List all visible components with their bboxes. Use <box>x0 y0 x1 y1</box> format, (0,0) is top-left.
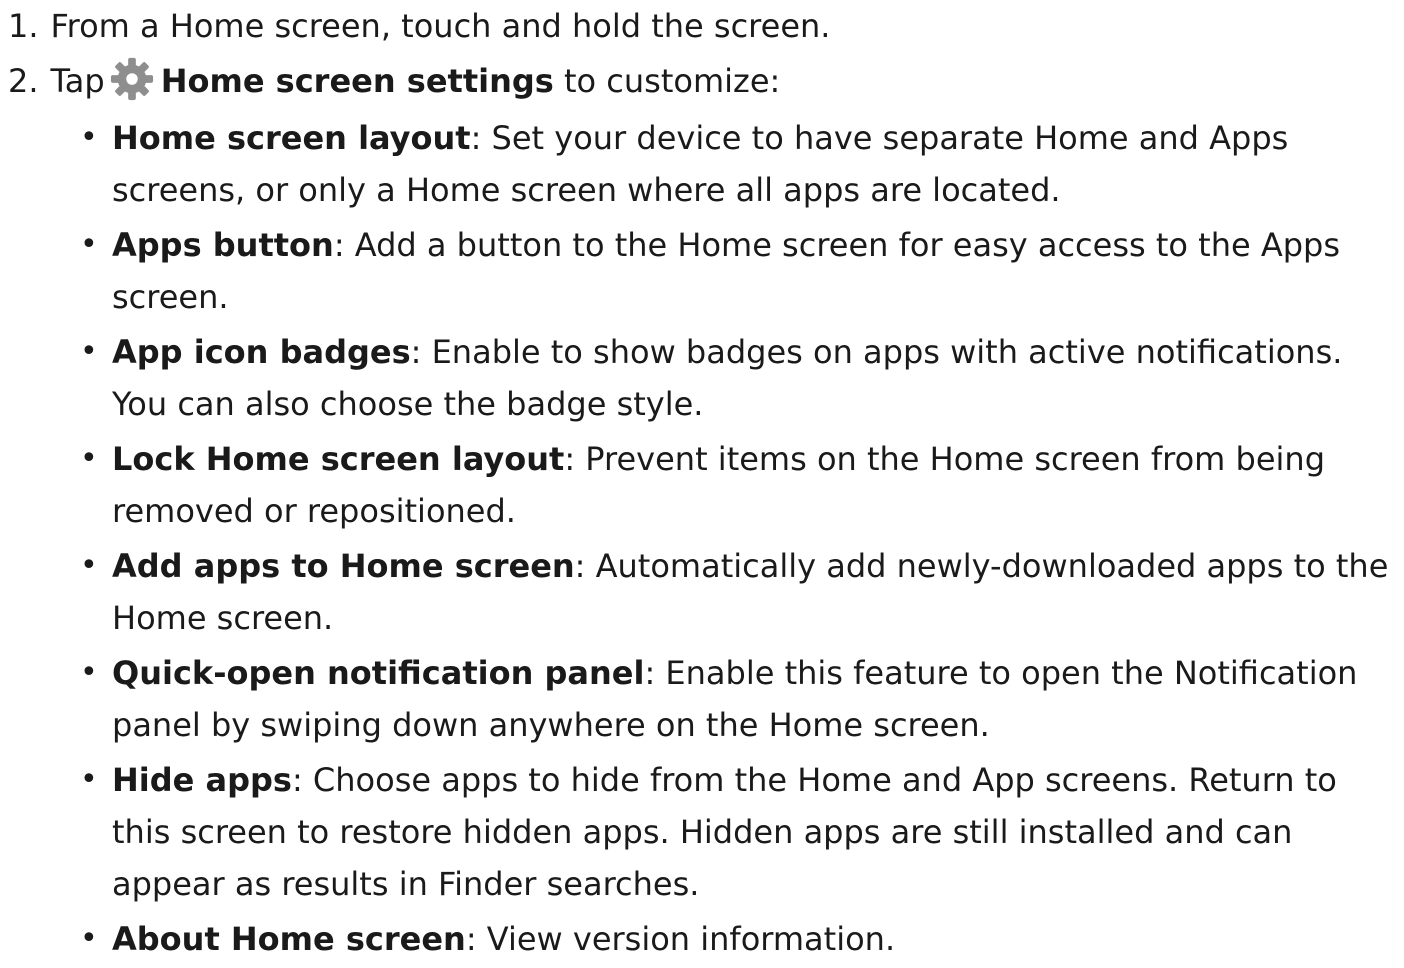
bullet-icon: • <box>80 921 98 956</box>
step-number: 1. <box>8 7 39 45</box>
bullet-icon: • <box>80 441 98 476</box>
setting-term: Home screen layout <box>112 119 471 157</box>
bullet-icon: • <box>80 227 98 262</box>
step-prefix: Tap <box>50 62 105 100</box>
instruction-page: 1. From a Home screen, touch and hold the… <box>0 0 1404 958</box>
step-number: 2. <box>8 62 39 100</box>
step-suffix: to customize: <box>564 62 781 100</box>
list-item: • About Home screen: View version informa… <box>80 913 1398 965</box>
setting-term: App icon badges <box>112 333 411 371</box>
step-text: From a Home screen, touch and hold the s… <box>50 7 831 45</box>
step-1: 1. From a Home screen, touch and hold the… <box>8 0 830 52</box>
gear-icon <box>110 57 153 101</box>
list-item: • Home screen layout: Set your device to … <box>80 112 1398 216</box>
bullet-icon: • <box>80 548 98 583</box>
home-screen-settings-link[interactable]: Home screen settings <box>161 62 554 100</box>
setting-description: View version information. <box>486 920 896 958</box>
list-item: • App icon badges: Enable to show badges … <box>80 326 1398 430</box>
bullet-icon: • <box>80 120 98 155</box>
bullet-icon: • <box>80 762 98 797</box>
list-item: • Lock Home screen layout: Prevent items … <box>80 433 1398 537</box>
setting-term: About Home screen <box>112 920 466 958</box>
setting-term: Add apps to Home screen <box>112 547 575 585</box>
step-2: 2. Tap Home screen settings to customize: <box>8 55 780 107</box>
list-item: • Apps button: Add a button to the Home s… <box>80 219 1398 323</box>
settings-list: • Home screen layout: Set your device to … <box>80 112 1398 968</box>
list-item: • Quick-open notification panel: Enable t… <box>80 647 1398 751</box>
setting-term: Apps button <box>112 226 334 264</box>
bullet-icon: • <box>80 334 98 369</box>
list-item: • Add apps to Home screen: Automatically … <box>80 540 1398 644</box>
setting-term: Hide apps <box>112 761 292 799</box>
bullet-icon: • <box>80 655 98 690</box>
list-item: • Hide apps: Choose apps to hide from the… <box>80 754 1398 910</box>
setting-term: Quick-open notification panel <box>112 654 645 692</box>
setting-term: Lock Home screen layout <box>112 440 565 478</box>
